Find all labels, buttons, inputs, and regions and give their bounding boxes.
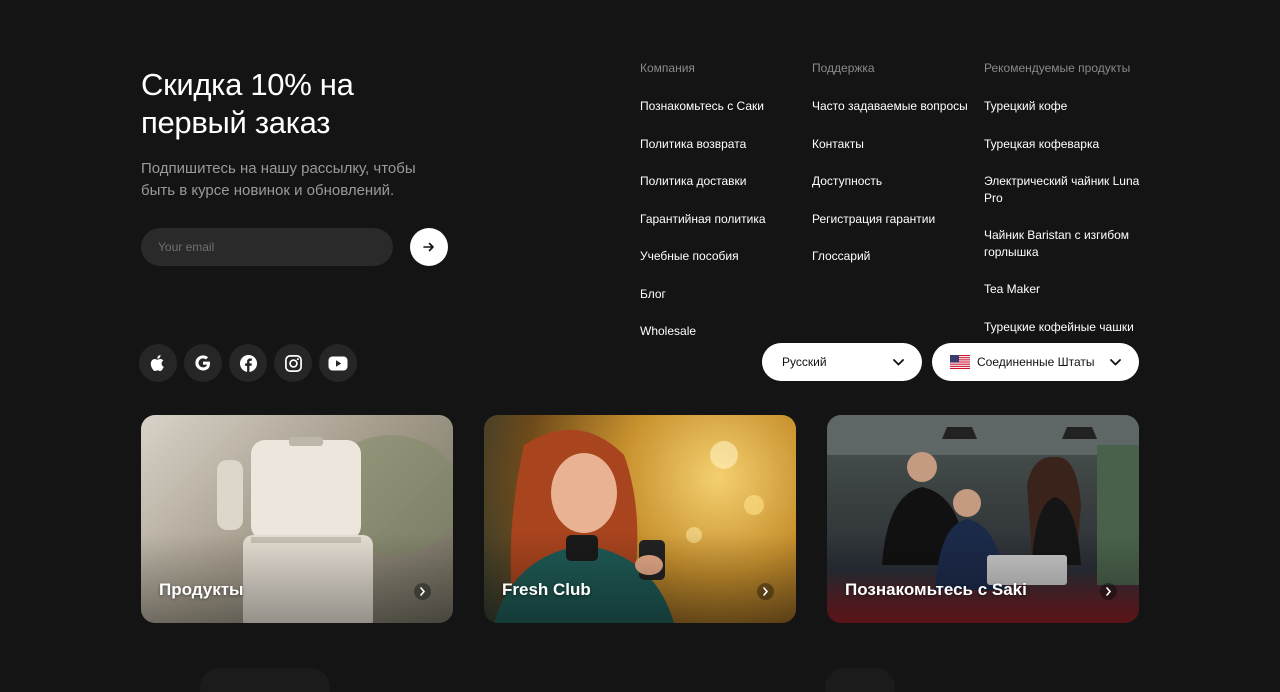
facebook-link[interactable] — [229, 344, 267, 382]
email-input[interactable] — [141, 228, 393, 266]
footer-link[interactable]: Блог — [640, 286, 800, 303]
card-label: Продукты — [159, 580, 244, 599]
chevron-right-icon — [414, 583, 431, 600]
country-value: Соединенные Штаты — [977, 355, 1095, 369]
footer-link[interactable]: Политика доставки — [640, 173, 800, 190]
decorative-shape — [200, 668, 330, 692]
footer-link[interactable]: Wholesale — [640, 323, 800, 340]
column-title: Рекомендуемые продукты — [984, 61, 1131, 75]
chevron-right-icon — [1100, 583, 1117, 600]
subscribe-button[interactable] — [410, 228, 448, 266]
column-title: Компания — [640, 61, 695, 75]
instagram-icon — [284, 354, 302, 372]
apple-icon — [150, 355, 164, 371]
chevron-down-icon — [1110, 358, 1121, 365]
card-meet-saki[interactable]: Познакомьтесь с Saki — [827, 415, 1139, 623]
footer-column-support: Поддержка Часто задаваемые вопросы Конта… — [812, 60, 977, 286]
footer-link[interactable]: Электрический чайник Luna Pro — [984, 173, 1149, 206]
card-products[interactable]: Продукты — [141, 415, 453, 623]
card-fresh-club[interactable]: Fresh Club — [484, 415, 796, 623]
chevron-right-icon — [757, 583, 774, 600]
footer-link[interactable]: Учебные пособия — [640, 248, 800, 265]
footer-column-products: Рекомендуемые продукты Турецкий кофе Тур… — [984, 60, 1149, 356]
chevron-down-icon — [893, 358, 904, 365]
footer-link[interactable]: Регистрация гарантии — [812, 211, 977, 228]
country-select[interactable]: Соединенные Штаты — [932, 343, 1139, 381]
newsletter-subtitle: Подпишитесь на нашу рассылку, чтобы быть… — [141, 160, 416, 199]
newsletter-form — [141, 228, 448, 266]
social-links — [139, 344, 357, 382]
footer-link[interactable]: Турецкий кофе — [984, 98, 1149, 115]
footer-link[interactable]: Турецкая кофеварка — [984, 136, 1149, 153]
newsletter-title: Скидка 10% на первый заказ — [141, 67, 354, 140]
card-shade — [827, 533, 1139, 623]
language-select[interactable]: Русский — [762, 343, 922, 381]
facebook-icon — [239, 354, 257, 372]
footer-link[interactable]: Чайник Baristan с изгибом горлышка — [984, 227, 1149, 260]
language-value: Русский — [782, 355, 827, 369]
google-icon — [195, 355, 210, 371]
footer-column-company: Компания Познакомьтесь с Саки Политика в… — [640, 60, 800, 361]
arrow-right-icon — [423, 242, 434, 252]
footer-link[interactable]: Контакты — [812, 136, 977, 153]
footer-link[interactable]: Часто задаваемые вопросы — [812, 98, 977, 115]
apple-link[interactable] — [139, 344, 177, 382]
card-shade — [484, 533, 796, 623]
column-title: Поддержка — [812, 61, 875, 75]
google-link[interactable] — [184, 344, 222, 382]
card-shade — [141, 533, 453, 623]
footer-link[interactable]: Политика возврата — [640, 136, 800, 153]
instagram-link[interactable] — [274, 344, 312, 382]
footer-link[interactable]: Гарантийная политика — [640, 211, 800, 228]
footer-link[interactable]: Познакомьтесь с Саки — [640, 98, 800, 115]
card-label: Познакомьтесь с Saki — [845, 580, 1027, 599]
youtube-link[interactable] — [319, 344, 357, 382]
footer-link[interactable]: Турецкие кофейные чашки — [984, 319, 1149, 336]
card-label: Fresh Club — [502, 580, 591, 599]
youtube-icon — [328, 356, 348, 370]
footer-link[interactable]: Доступность — [812, 173, 977, 190]
decorative-shape — [825, 668, 895, 692]
newsletter-section: Скидка 10% на первый заказ Подпишитесь н… — [141, 66, 461, 202]
footer-link[interactable]: Глоссарий — [812, 248, 977, 265]
footer-link[interactable]: Tea Maker — [984, 281, 1149, 298]
us-flag-icon — [950, 355, 970, 369]
